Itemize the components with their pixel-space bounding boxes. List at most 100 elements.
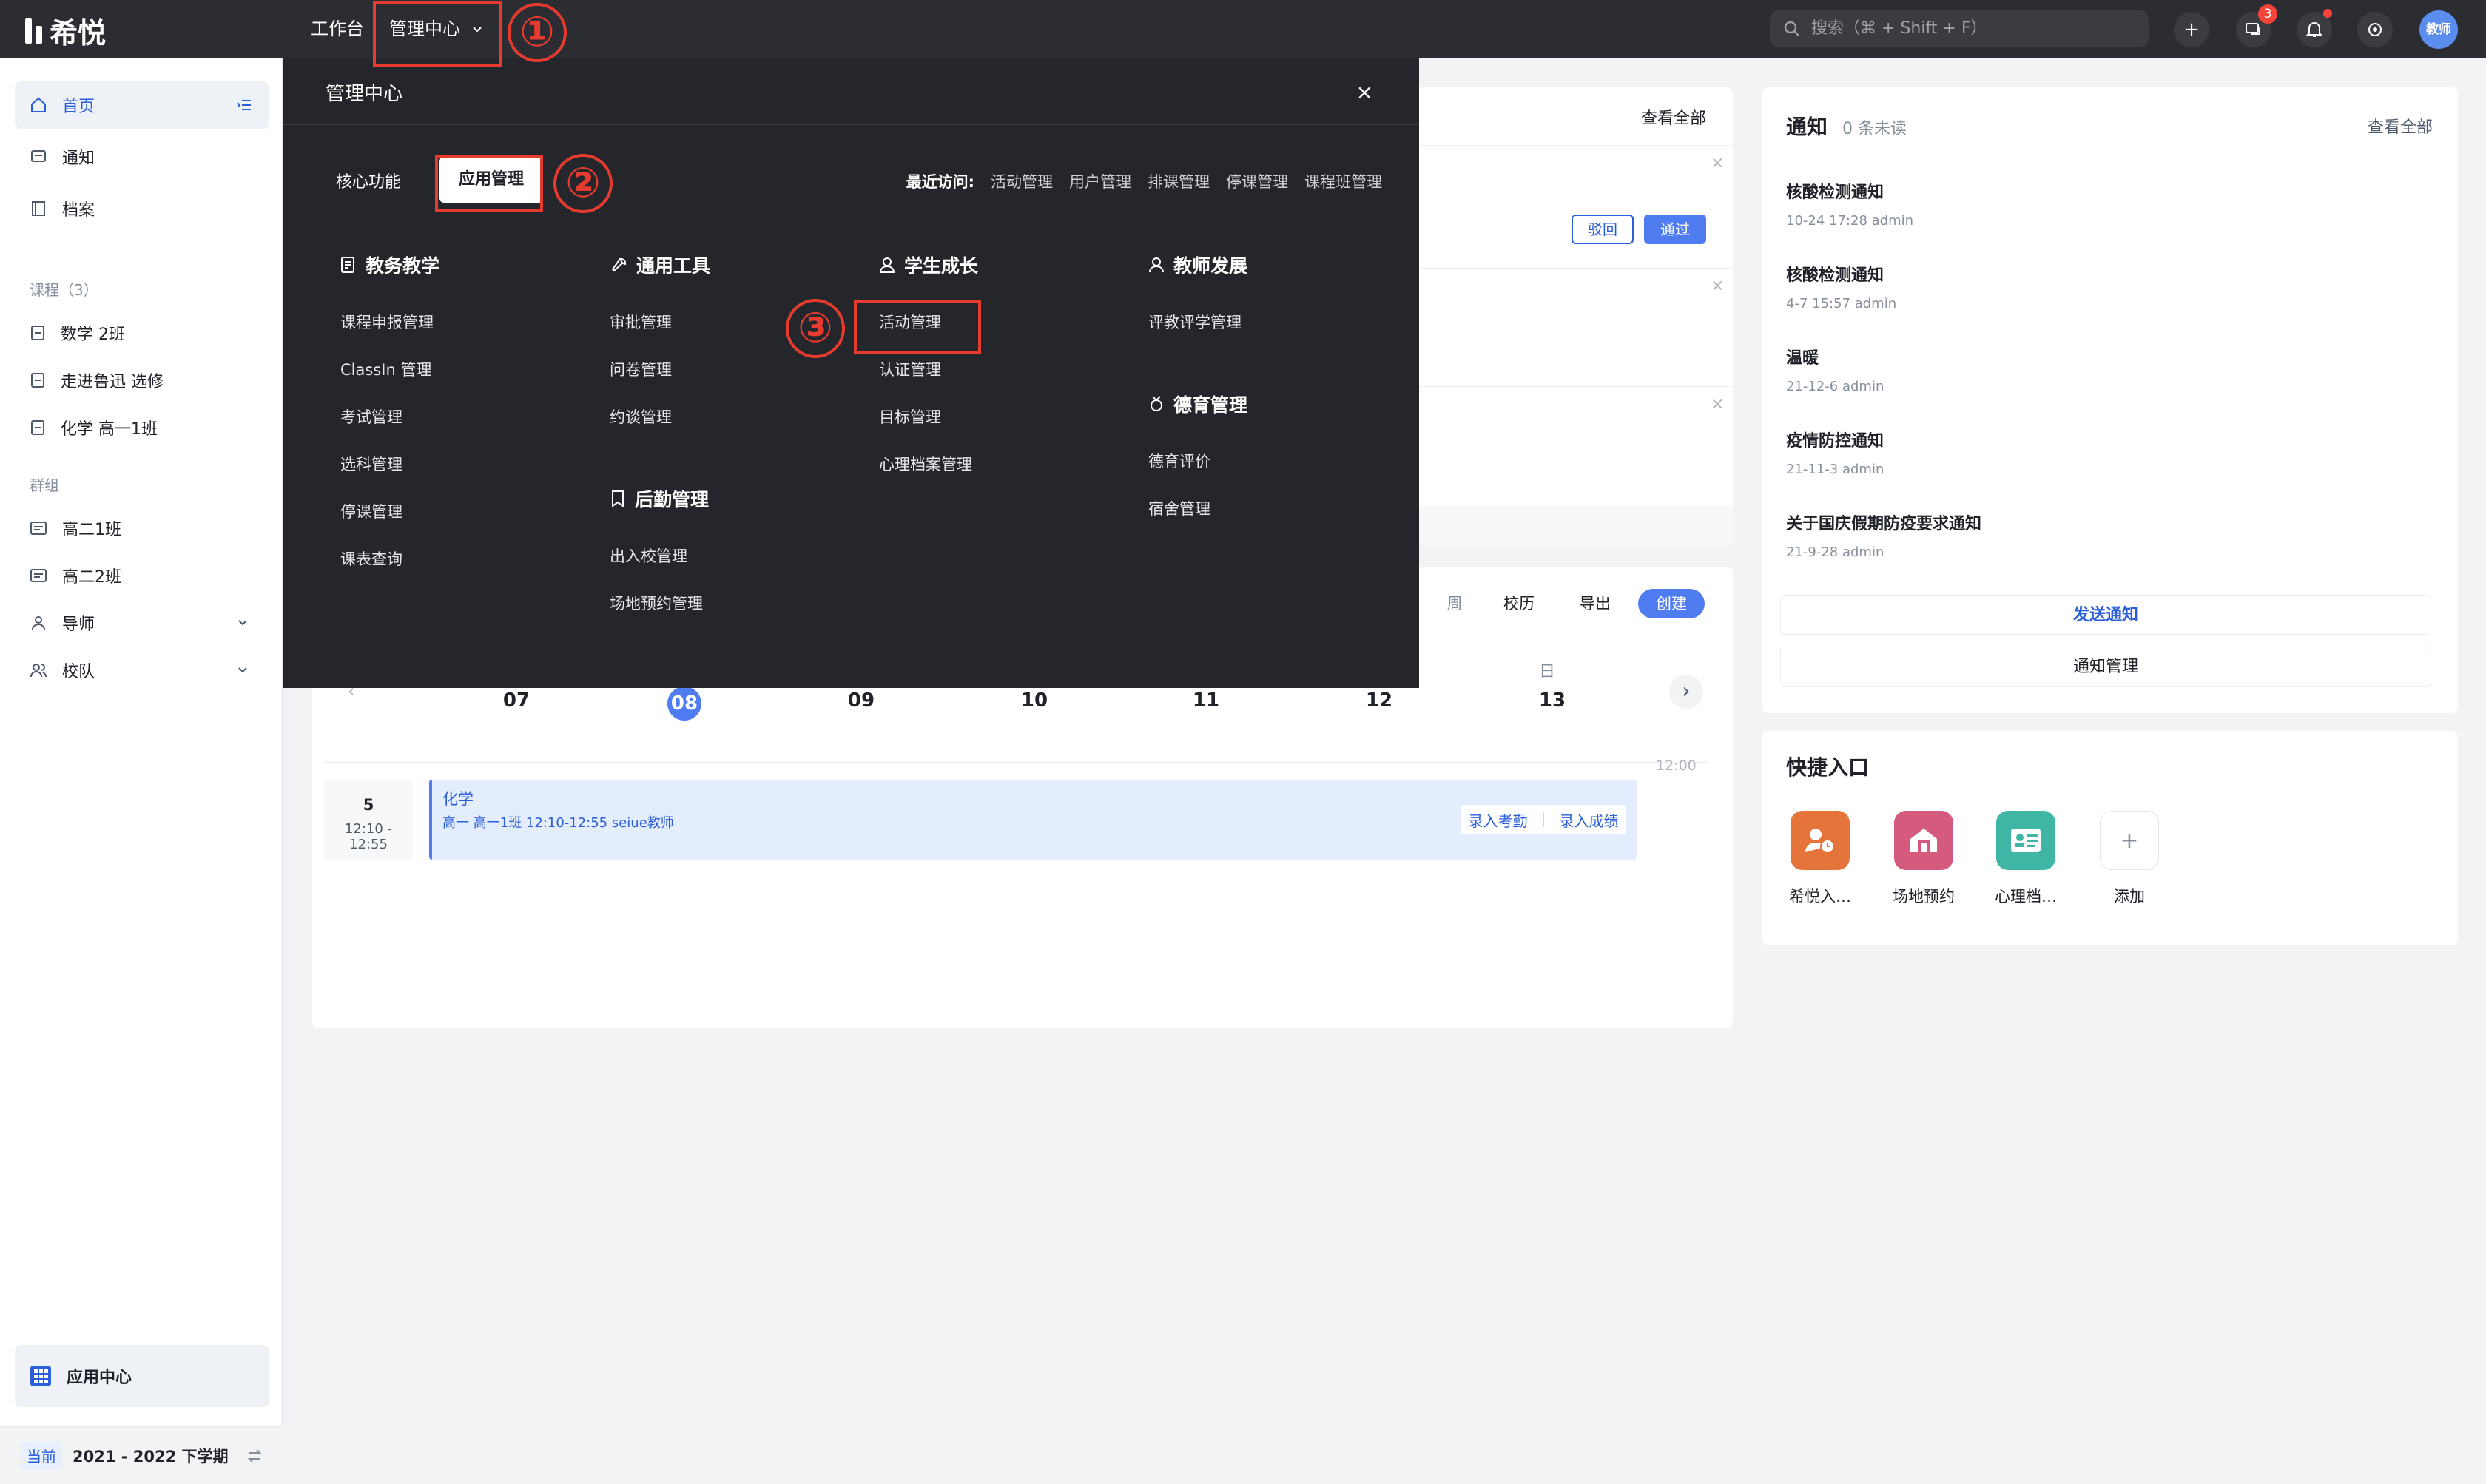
user-clock-icon [1791, 811, 1850, 870]
tab-core-functions[interactable]: 核心功能 [336, 169, 401, 192]
day-cell[interactable]: 10 [1012, 689, 1057, 712]
menu-item[interactable]: 约谈管理 [610, 405, 672, 428]
unread-count: 0 条未读 [1842, 120, 1907, 138]
sidebar-item-archive[interactable]: 档案 [15, 185, 269, 232]
annotation-box-step2 [435, 155, 543, 212]
avatar[interactable]: 教师 [2419, 10, 2458, 49]
notice-item[interactable]: 温暖 21-12-6 admin [1786, 345, 1884, 394]
quick-item-add[interactable]: + 添加 [2070, 811, 2189, 907]
menu-item[interactable]: 考试管理 [340, 405, 402, 428]
day-cell[interactable]: 09 [839, 689, 883, 712]
course-icon [31, 420, 44, 435]
menu-item[interactable]: 审批管理 [610, 311, 672, 333]
day-cell[interactable]: 11 [1184, 689, 1228, 712]
menu-item[interactable]: 目标管理 [879, 405, 941, 428]
menu-item[interactable]: 选科管理 [340, 453, 402, 475]
day-cell-today[interactable]: 08 [667, 687, 701, 721]
send-notice-button[interactable]: 发送通知 [1780, 595, 2431, 635]
quick-item[interactable]: 场地预约 [1864, 811, 1983, 907]
close-icon[interactable]: × [1356, 80, 1373, 104]
category-title: 后勤管理 [635, 489, 710, 510]
menu-item[interactable]: 评教评学管理 [1148, 311, 1242, 333]
close-icon[interactable]: × [1711, 395, 1724, 414]
search-placeholder: 搜索（⌘ + Shift + F） [1811, 19, 1987, 38]
sidebar-item-team[interactable]: 校队 [15, 647, 269, 694]
grades-button[interactable]: 录入成绩 [1560, 809, 1619, 831]
category-title: 教务教学 [366, 255, 440, 277]
nav-workbench[interactable]: 工作台 [311, 0, 364, 58]
message-badge: 3 [2258, 4, 2277, 24]
sidebar-item-label: 档案 [62, 201, 95, 220]
menu-item[interactable]: 宿舍管理 [1148, 497, 1210, 519]
menu-item[interactable]: 德育评价 [1148, 450, 1210, 472]
view-week-button[interactable]: 周 [1437, 589, 1472, 618]
school-calendar-button[interactable]: 校历 [1486, 589, 1552, 618]
recent-link[interactable]: 排课管理 [1148, 170, 1210, 192]
notice-item-title: 温暖 [1786, 349, 1819, 368]
notice-item-title: 疫情防控通知 [1786, 432, 1884, 451]
day-cell[interactable]: 12 [1357, 689, 1401, 712]
recent-link[interactable]: 课程班管理 [1304, 170, 1382, 192]
schedule-event[interactable]: 化学 高一 高一1班 12:10-12:55 seiue教师 录入考勤 录入成绩 [429, 780, 1637, 860]
settings-icon[interactable] [2357, 12, 2393, 47]
app-center-button[interactable]: 应用中心 [15, 1345, 269, 1407]
notice-item[interactable]: 疫情防控通知 21-11-3 admin [1786, 428, 1884, 477]
attendance-button[interactable]: 录入考勤 [1469, 809, 1528, 831]
document-icon [341, 257, 354, 273]
recent-link[interactable]: 用户管理 [1069, 170, 1131, 192]
notice-item[interactable]: 关于国庆假期防疫要求通知 21-9-28 admin [1786, 510, 1981, 560]
sidebar-item-course[interactable]: 走进鲁迅 选修 [15, 357, 269, 404]
sidebar-item-mentor[interactable]: 导师 [15, 599, 269, 647]
sidebar-item-course[interactable]: 数学 2班 [15, 309, 269, 357]
collapse-menu-icon[interactable] [235, 96, 253, 114]
close-icon[interactable]: × [1711, 277, 1724, 295]
notice-item[interactable]: 核酸检测通知 4-7 15:57 admin [1786, 262, 1896, 311]
notice-item[interactable]: 核酸检测通知 10-24 17:28 admin [1786, 179, 1913, 229]
notice-view-all[interactable]: 查看全部 [2368, 114, 2433, 138]
view-all-link[interactable]: 查看全部 [1641, 105, 1706, 129]
grid-icon [30, 1366, 51, 1386]
bookmark-icon [612, 490, 624, 507]
sidebar-item-label: 通知 [62, 149, 95, 168]
menu-item[interactable]: 问卷管理 [610, 358, 672, 380]
sidebar-item-course[interactable]: 化学 高一1班 [15, 404, 269, 451]
switch-icon[interactable] [246, 1447, 263, 1465]
sidebar-item-group[interactable]: 高二2班 [15, 552, 269, 599]
category-teacher-development: 教师发展 [1148, 252, 1247, 278]
menu-item[interactable]: 认证管理 [879, 358, 941, 380]
approve-button[interactable]: 通过 [1644, 215, 1706, 244]
recent-link[interactable]: 活动管理 [991, 170, 1053, 192]
plus-icon[interactable]: + [2174, 12, 2209, 47]
menu-item[interactable]: 场地预约管理 [610, 592, 703, 614]
next-week-icon[interactable]: › [1669, 675, 1703, 709]
export-button[interactable]: 导出 [1563, 589, 1628, 618]
category-teaching: 教务教学 [340, 252, 439, 278]
recent-link[interactable]: 停课管理 [1226, 170, 1288, 192]
search-input[interactable]: 搜索（⌘ + Shift + F） [1770, 10, 2149, 47]
quick-item-label: 添加 [2114, 888, 2145, 905]
quick-item[interactable]: 希悦入… [1761, 811, 1879, 907]
menu-item[interactable]: 课程申报管理 [340, 311, 434, 333]
menu-item[interactable]: 课表查询 [340, 547, 402, 570]
brand-logo[interactable]: 希悦 [25, 10, 106, 51]
search-icon [1784, 21, 1799, 36]
divider [1543, 812, 1544, 827]
sidebar-item-home[interactable]: 首页 [15, 81, 269, 129]
term-selector[interactable]: 当前 2021 - 2022 下学期 [0, 1426, 283, 1484]
close-icon[interactable]: × [1711, 154, 1724, 172]
sidebar-item-group[interactable]: 高二1班 [15, 505, 269, 552]
reject-button[interactable]: 驳回 [1572, 215, 1634, 244]
manage-notice-button[interactable]: 通知管理 [1780, 647, 2431, 687]
menu-item[interactable]: 停课管理 [340, 500, 402, 522]
create-button[interactable]: 创建 [1638, 589, 1705, 618]
sidebar-item-notice[interactable]: 通知 [15, 133, 269, 181]
day-cell[interactable]: 13 [1530, 689, 1574, 712]
menu-item[interactable]: ClassIn 管理 [340, 358, 431, 380]
notice-header: 通知 0 条未读 [1786, 111, 1907, 141]
menu-item[interactable]: 心理档案管理 [879, 453, 972, 475]
person-icon [879, 257, 895, 273]
medal-icon [1151, 396, 1162, 411]
quick-item[interactable]: 心理档… [1967, 811, 2085, 907]
menu-item[interactable]: 出入校管理 [610, 544, 687, 567]
day-cell[interactable]: 07 [494, 689, 539, 712]
